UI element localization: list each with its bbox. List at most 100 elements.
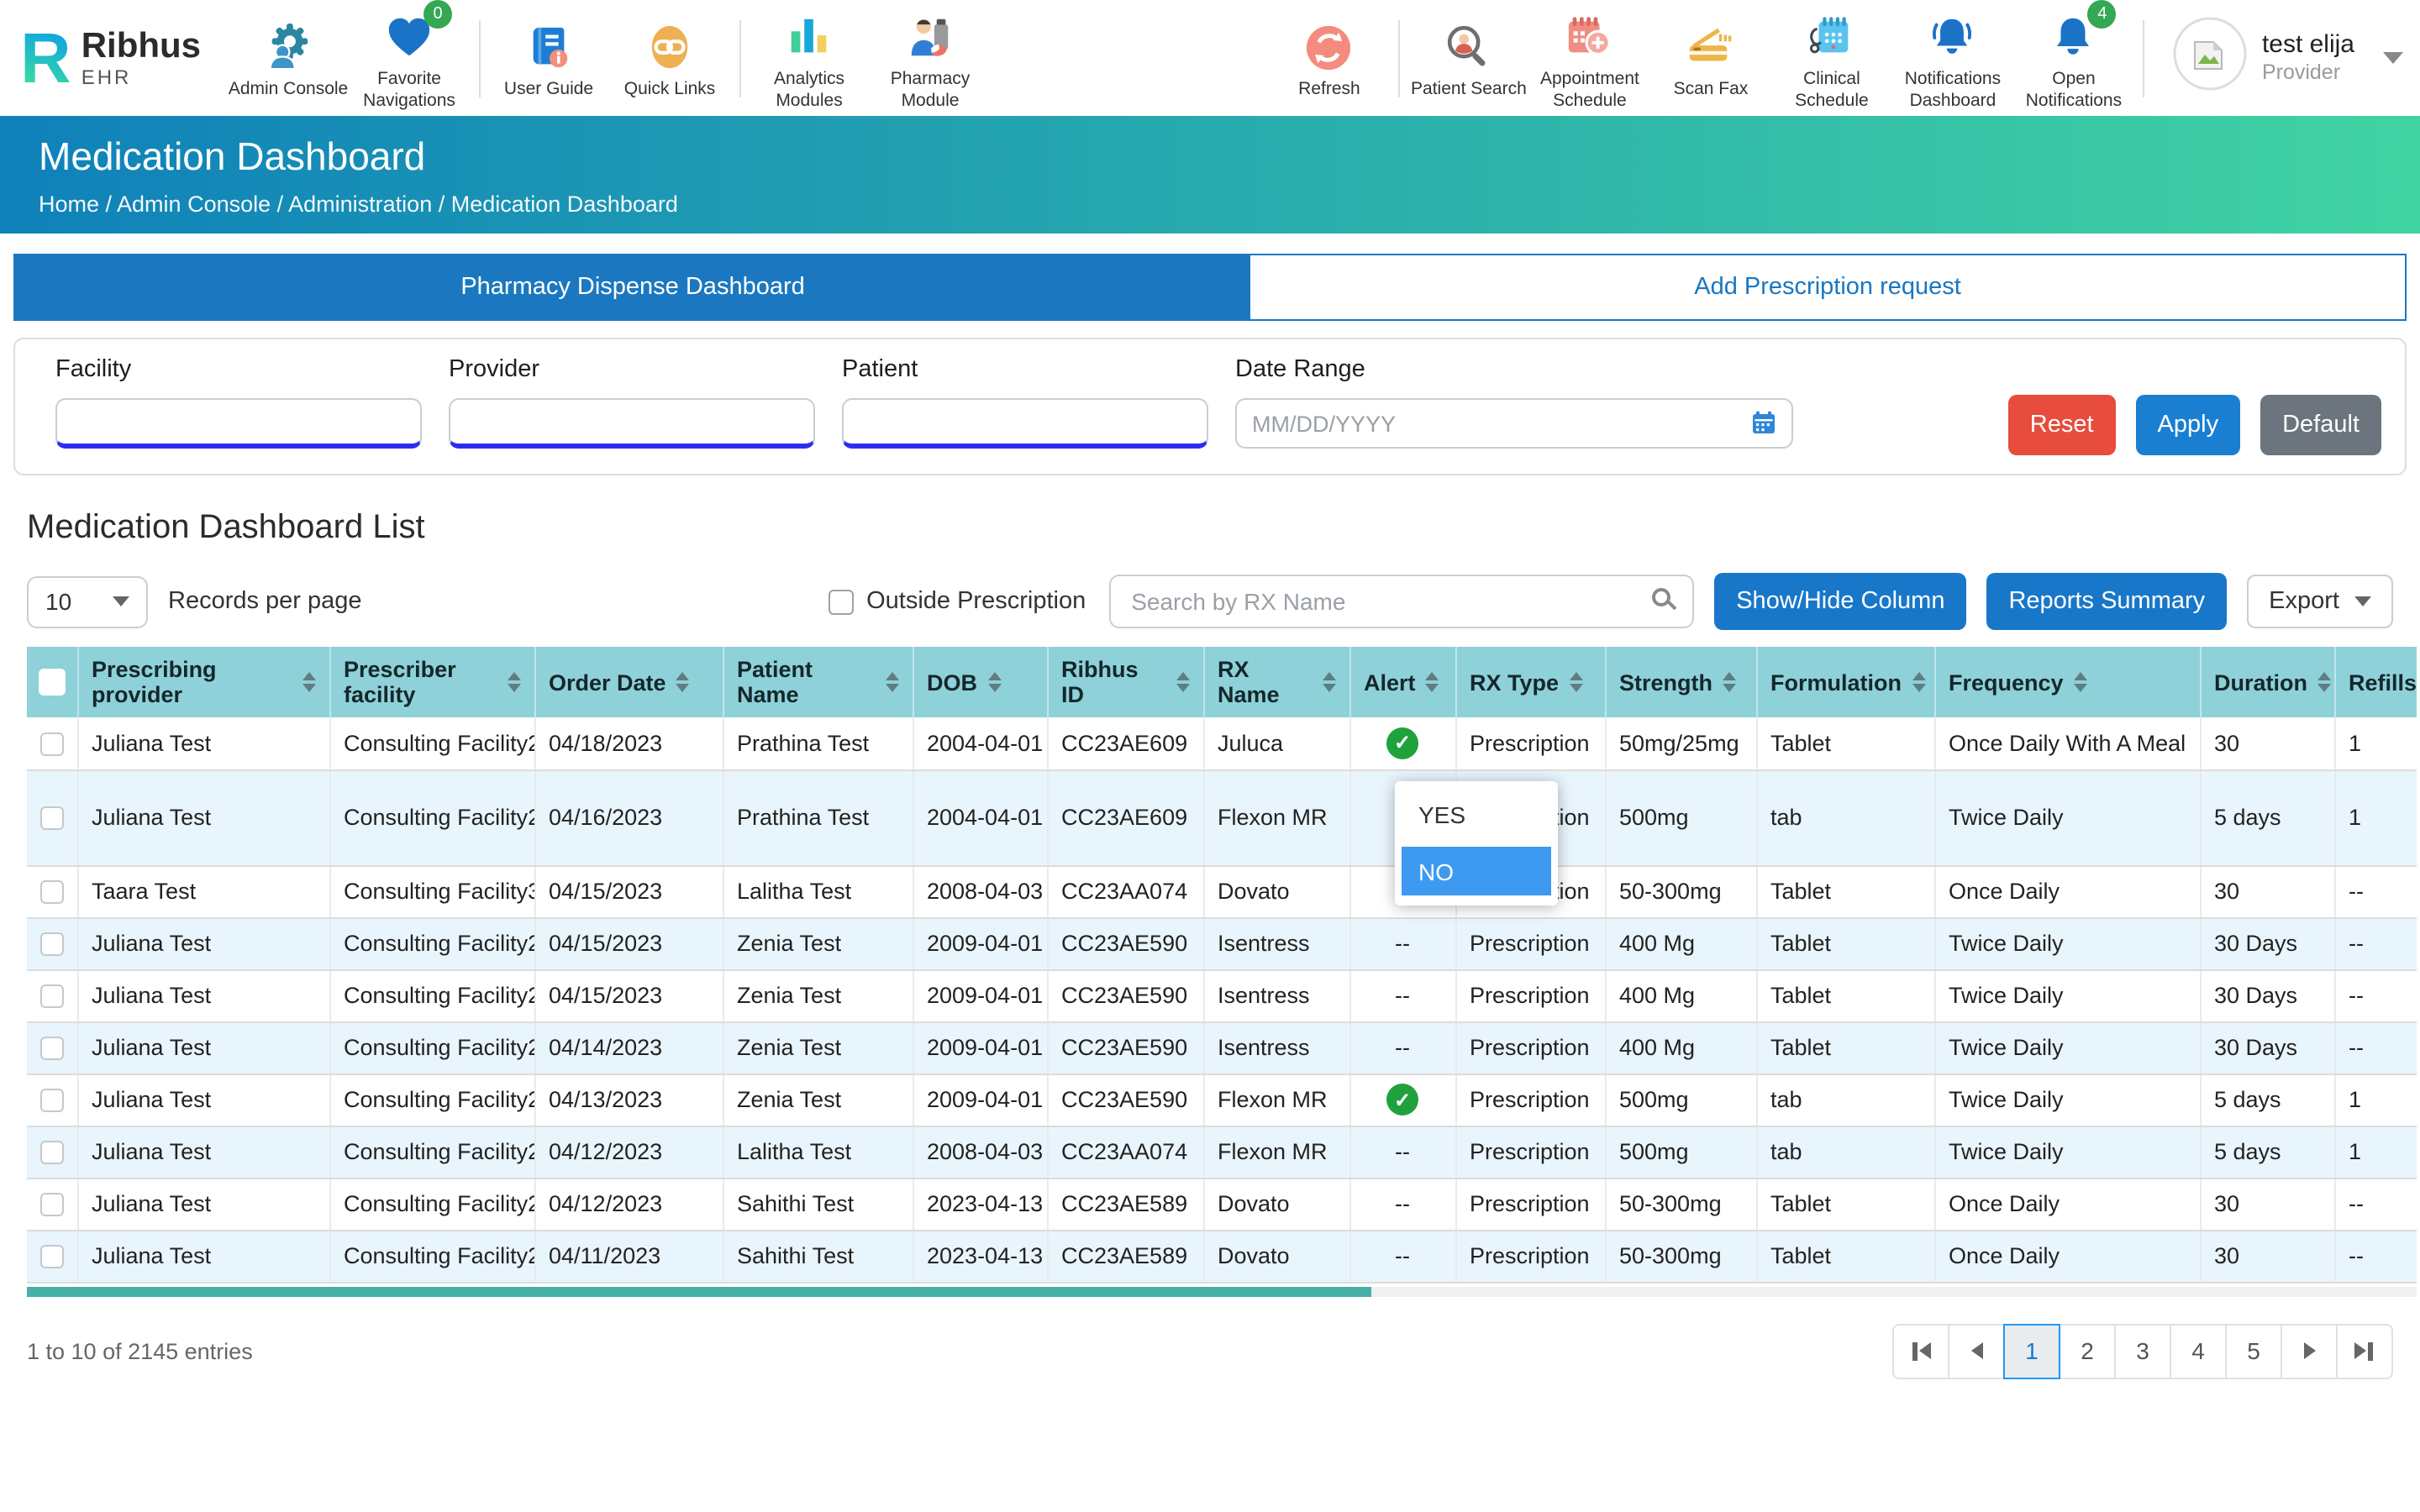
nav-item-admin-console[interactable]: Admin Console xyxy=(228,15,349,100)
nav-item-quick-links[interactable]: Quick Links xyxy=(609,15,730,100)
sort-icon[interactable] xyxy=(1322,672,1335,692)
row-checkbox[interactable] xyxy=(40,984,64,1008)
nav-item-user-guide[interactable]: User Guide xyxy=(488,15,609,100)
cell-ribhus-id: CC23AE590 xyxy=(1047,917,1203,969)
show-hide-column-button[interactable]: Show/Hide Column xyxy=(1714,573,1966,630)
row-select-cell xyxy=(27,717,77,769)
provider-input[interactable] xyxy=(449,398,815,449)
sort-icon[interactable] xyxy=(676,672,690,692)
cell-prescriber-facility: Consulting Facility2 xyxy=(329,1021,534,1074)
cell-rx-type: Prescription xyxy=(1455,1074,1605,1126)
table-row: Juliana TestConsulting Facility204/11/20… xyxy=(27,1230,2417,1282)
patient-input[interactable] xyxy=(842,398,1208,449)
search-wrap xyxy=(1109,575,1694,628)
alert-check-icon[interactable]: ✓ xyxy=(1386,727,1418,759)
alert-dropdown-option-no[interactable]: NO xyxy=(1402,847,1551,895)
nav-item-open-notifications[interactable]: 4Open Notifications xyxy=(2013,5,2134,111)
filter-fields: FacilityProviderPatientDate Range xyxy=(55,356,1793,449)
sort-icon[interactable] xyxy=(1426,672,1439,692)
brand-logo[interactable]: R Ribhus EHR xyxy=(20,26,201,90)
records-per-page-select[interactable]: 10 xyxy=(27,575,148,627)
column-header-patient-name[interactable]: Patient Name xyxy=(723,647,913,717)
search-icon[interactable] xyxy=(1652,588,1670,606)
sort-icon[interactable] xyxy=(302,672,315,692)
page-button-3[interactable]: 3 xyxy=(2114,1323,2171,1378)
column-header-prescriber-facility[interactable]: Prescriber facility xyxy=(329,647,534,717)
reports-summary-button[interactable]: Reports Summary xyxy=(1986,573,2227,630)
column-header-prescribing-provider[interactable]: Prescribing provider xyxy=(77,647,329,717)
column-header-rx-type[interactable]: RX Type xyxy=(1455,647,1605,717)
nav-item-favorite-navigations[interactable]: 0Favorite Navigations xyxy=(349,5,470,111)
column-header-duration[interactable]: Duration xyxy=(2200,647,2334,717)
row-checkbox[interactable] xyxy=(40,1141,64,1164)
select-all-checkbox[interactable] xyxy=(39,669,66,696)
column-header-strength[interactable]: Strength xyxy=(1605,647,1756,717)
column-header-alert[interactable]: Alert xyxy=(1349,647,1455,717)
row-checkbox[interactable] xyxy=(40,1193,64,1216)
sort-icon[interactable] xyxy=(1912,672,1925,692)
nav-item-clinical-schedule[interactable]: Clinical Schedule xyxy=(1771,5,1892,111)
nav-item-analytics-modules[interactable]: Analytics Modules xyxy=(749,5,870,111)
nav-item-pharmacy-module[interactable]: Pharmacy Module xyxy=(870,5,991,111)
nav-icon-wrap xyxy=(645,22,694,72)
sort-icon[interactable] xyxy=(507,672,520,692)
table-row: Juliana TestConsulting Facility204/18/20… xyxy=(27,717,2417,769)
cell-duration: 30 xyxy=(2200,717,2334,769)
last-page-button[interactable] xyxy=(2336,1323,2393,1378)
nav-item-scan-fax[interactable]: Scan Fax xyxy=(1650,15,1771,100)
breadcrumb[interactable]: Home / Admin Console / Administration / … xyxy=(39,192,2420,217)
alert-dropdown-option-yes[interactable]: YES xyxy=(1395,790,1558,838)
chevron-down-icon[interactable] xyxy=(2383,52,2403,64)
user-menu[interactable]: test elija Provider xyxy=(2173,17,2403,99)
first-page-button[interactable] xyxy=(1892,1323,1949,1378)
sort-icon[interactable] xyxy=(1569,672,1582,692)
column-header-order-date[interactable]: Order Date xyxy=(534,647,723,717)
alert-check-icon[interactable]: ✓ xyxy=(1386,1084,1418,1116)
nav-item-patient-search[interactable]: Patient Search xyxy=(1408,15,1529,100)
column-header-dob[interactable]: DOB xyxy=(913,647,1047,717)
tab-pharmacy-dispense-dashboard[interactable]: Pharmacy Dispense Dashboard xyxy=(15,255,1250,319)
tab-add-prescription-request[interactable]: Add Prescription request xyxy=(1250,255,2405,319)
facility-input[interactable] xyxy=(55,398,422,449)
row-checkbox[interactable] xyxy=(40,1089,64,1112)
column-header-refills[interactable]: Refills xyxy=(2334,647,2417,717)
horizontal-scrollbar-thumb[interactable] xyxy=(27,1286,1371,1296)
sort-icon[interactable] xyxy=(2317,672,2331,692)
row-checkbox[interactable] xyxy=(40,806,64,830)
page-button-4[interactable]: 4 xyxy=(2170,1323,2227,1378)
column-header-rx-name[interactable]: RX Name xyxy=(1203,647,1349,717)
nav-item-appointment-schedule[interactable]: Appointment Schedule xyxy=(1529,5,1650,111)
page-button-5[interactable]: 5 xyxy=(2225,1323,2282,1378)
nav-item-notifications-dashboard[interactable]: Notifications Dashboard xyxy=(1892,5,2013,111)
cell-refills: -- xyxy=(2334,917,2417,969)
page-button-1[interactable]: 1 xyxy=(2003,1323,2060,1378)
cell-patient-name: Zenia Test xyxy=(723,917,913,969)
row-checkbox[interactable] xyxy=(40,932,64,956)
column-header-frequency[interactable]: Frequency xyxy=(1934,647,2200,717)
search-input[interactable] xyxy=(1109,575,1694,628)
previous-page-button[interactable] xyxy=(1948,1323,2005,1378)
column-label: RX Type xyxy=(1470,669,1559,695)
next-page-button[interactable] xyxy=(2281,1323,2338,1378)
row-checkbox[interactable] xyxy=(40,1037,64,1060)
calendar-icon-wrap[interactable] xyxy=(1751,410,1776,435)
sort-icon[interactable] xyxy=(1176,672,1189,692)
column-header-formulation[interactable]: Formulation xyxy=(1756,647,1934,717)
sort-icon[interactable] xyxy=(2074,672,2087,692)
export-button[interactable]: Export xyxy=(2247,575,2393,628)
apply-button[interactable]: Apply xyxy=(2136,395,2241,455)
outside-prescription-checkbox[interactable] xyxy=(828,589,853,614)
row-checkbox[interactable] xyxy=(40,880,64,904)
reset-button[interactable]: Reset xyxy=(2008,395,2116,455)
default-button[interactable]: Default xyxy=(2260,395,2381,455)
page-button-2[interactable]: 2 xyxy=(2059,1323,2116,1378)
nav-item-refresh[interactable]: Refresh xyxy=(1269,15,1390,100)
sort-icon[interactable] xyxy=(987,672,1001,692)
sort-icon[interactable] xyxy=(1723,672,1736,692)
calendar-icon[interactable] xyxy=(1751,410,1776,435)
column-header-ribhus-id[interactable]: Ribhus ID xyxy=(1047,647,1203,717)
date-range-input[interactable] xyxy=(1235,398,1793,449)
row-checkbox[interactable] xyxy=(40,732,64,756)
row-checkbox[interactable] xyxy=(40,1245,64,1268)
sort-icon[interactable] xyxy=(885,672,898,692)
